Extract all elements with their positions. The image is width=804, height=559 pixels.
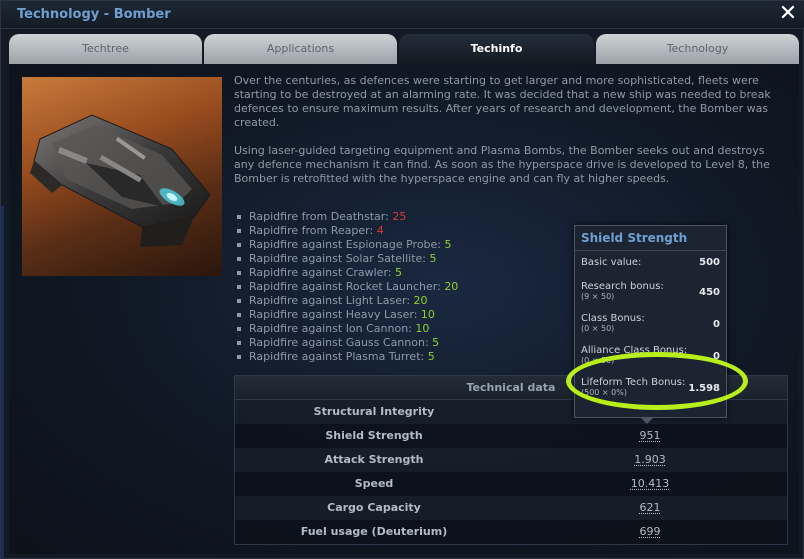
rapidfire-prefix: Rapidfire against (249, 336, 342, 349)
rapidfire-prefix: Rapidfire against (249, 280, 342, 293)
tooltip-formula: (0 × 50) (581, 324, 720, 333)
stat-value-cell: 10.413 (513, 472, 787, 496)
stat-value-cell: 951 (513, 424, 787, 448)
rapidfire-value: 20 (444, 280, 458, 293)
stat-value[interactable]: 621 (640, 501, 661, 514)
technical-data-row: Fuel usage (Deuterium) 699 (235, 520, 787, 544)
stat-value[interactable]: 699 (640, 525, 661, 538)
rapidfire-value: 5 (432, 336, 439, 349)
rapidfire-target: Reaper (331, 224, 370, 237)
rapidfire-item: Rapidfire against Rocket Launcher: 20 (235, 280, 575, 294)
tooltip-value: 1.598 (688, 383, 720, 394)
stat-value[interactable]: 951 (640, 429, 661, 442)
rapidfire-target: Gauss Cannon (346, 336, 425, 349)
window-title: Technology - Bomber (17, 7, 171, 22)
tooltip-pointer (641, 418, 653, 424)
rapidfire-value: 5 (445, 238, 452, 251)
technology-window: Technology - Bomber ✕ Techtree Applicati… (0, 0, 804, 559)
rapidfire-item: Rapidfire from Reaper: 4 (235, 224, 575, 238)
rapidfire-value: 5 (429, 252, 436, 265)
rapidfire-target: Heavy Laser (346, 308, 414, 321)
rapidfire-item: Rapidfire against Crawler: 5 (235, 266, 575, 280)
rapidfire-prefix: Rapidfire against (249, 350, 342, 363)
stat-value-cell: 699 (513, 520, 787, 544)
tooltip-value: 0 (713, 319, 720, 330)
rapidfire-target: Ion Cannon (346, 322, 409, 335)
rapidfire-target: Plasma Turret (346, 350, 421, 363)
rapidfire-item: Rapidfire from Deathstar: 25 (235, 210, 575, 224)
title-bar: Technology - Bomber ✕ (1, 1, 804, 29)
rapidfire-prefix: Rapidfire against (249, 252, 342, 265)
tooltip-value: 0 (713, 351, 720, 362)
rapidfire-prefix: Rapidfire from (249, 224, 327, 237)
tooltip-value: 450 (699, 287, 720, 298)
close-icon[interactable]: ✕ (777, 2, 799, 26)
rapidfire-item: Rapidfire against Espionage Probe: 5 (235, 238, 575, 252)
tooltip-title: Shield Strength (575, 226, 726, 251)
tooltip-value: 500 (699, 257, 720, 268)
rapidfire-target: Deathstar (331, 210, 385, 223)
stat-label: Cargo Capacity (235, 496, 513, 520)
rapidfire-prefix: Rapidfire against (249, 238, 342, 251)
window-edge (1, 206, 4, 559)
rapidfire-value: 10 (415, 322, 429, 335)
rapidfire-value: 5 (395, 266, 402, 279)
rapidfire-value: 20 (414, 294, 428, 307)
rapidfire-value: 10 (421, 308, 435, 321)
technical-data-row: Cargo Capacity 621 (235, 496, 787, 520)
tab-bar: Techtree Applications Techinfo Technolog… (9, 34, 799, 64)
rapidfire-item: Rapidfire against Plasma Turret: 5 (235, 350, 575, 364)
tooltip-label: Alliance Class Bonus: (581, 345, 720, 356)
tab-techinfo[interactable]: Techinfo (399, 34, 594, 64)
rapidfire-value: 25 (392, 210, 406, 223)
tooltip-row: Alliance Class Bonus: (0 × 50) 0 (575, 339, 726, 371)
rapidfire-item: Rapidfire against Light Laser: 20 (235, 294, 575, 308)
stat-label: Fuel usage (Deuterium) (235, 520, 513, 544)
rapidfire-item: Rapidfire against Heavy Laser: 10 (235, 308, 575, 322)
technical-data-row: Shield Strength 951 (235, 424, 787, 448)
technical-data-row: Attack Strength 1.903 (235, 448, 787, 472)
rapidfire-target: Light Laser (346, 294, 407, 307)
stat-value[interactable]: 10.413 (631, 477, 670, 490)
rapidfire-prefix: Rapidfire against (249, 294, 342, 307)
rapidfire-prefix: Rapidfire from (249, 210, 327, 223)
stat-value-cell: 1.903 (513, 448, 787, 472)
rapidfire-prefix: Rapidfire against (249, 266, 342, 279)
tab-technology[interactable]: Technology (596, 34, 799, 64)
rapidfire-target: Espionage Probe (346, 238, 438, 251)
tooltip-label: Class Bonus: (581, 313, 720, 324)
shield-strength-tooltip: Shield Strength Basic value: 500 Research … (574, 225, 727, 418)
rapidfire-item: Rapidfire against Solar Satellite: 5 (235, 252, 575, 266)
stat-label: Shield Strength (235, 424, 513, 448)
tab-applications[interactable]: Applications (204, 34, 397, 64)
tech-description: Over the centuries, as defences were sta… (234, 74, 779, 200)
rapidfire-value: 5 (428, 350, 435, 363)
rapidfire-prefix: Rapidfire against (249, 308, 342, 321)
stat-label: Speed (235, 472, 513, 496)
stat-value[interactable]: 1.903 (634, 453, 666, 466)
stat-label: Structural Integrity (235, 400, 513, 424)
tooltip-formula: (0 × 50) (581, 356, 720, 365)
tooltip-row: Research bonus: (9 × 50) 450 (575, 275, 726, 307)
technical-data-row: Speed 10.413 (235, 472, 787, 496)
rapidfire-value: 4 (377, 224, 384, 237)
rapidfire-list: Rapidfire from Deathstar: 25 Rapidfire fr… (235, 210, 575, 364)
tooltip-row: Basic value: 500 (575, 251, 726, 275)
rapidfire-item: Rapidfire against Ion Cannon: 10 (235, 322, 575, 336)
description-paragraph: Using laser-guided targeting equipment a… (234, 144, 779, 186)
rapidfire-item: Rapidfire against Gauss Cannon: 5 (235, 336, 575, 350)
rapidfire-target: Rocket Launcher (346, 280, 437, 293)
description-paragraph: Over the centuries, as defences were sta… (234, 74, 779, 130)
stat-value-cell: 621 (513, 496, 787, 520)
rapidfire-prefix: Rapidfire against (249, 322, 342, 335)
bomber-ship-image (22, 77, 222, 276)
stat-label: Attack Strength (235, 448, 513, 472)
tooltip-row: Lifeform Tech Bonus: (500 × 0%) 1.598 (575, 371, 726, 403)
rapidfire-target: Solar Satellite (346, 252, 423, 265)
rapidfire-target: Crawler (346, 266, 388, 279)
tooltip-row: Class Bonus: (0 × 50) 0 (575, 307, 726, 339)
tab-techtree[interactable]: Techtree (9, 34, 202, 64)
